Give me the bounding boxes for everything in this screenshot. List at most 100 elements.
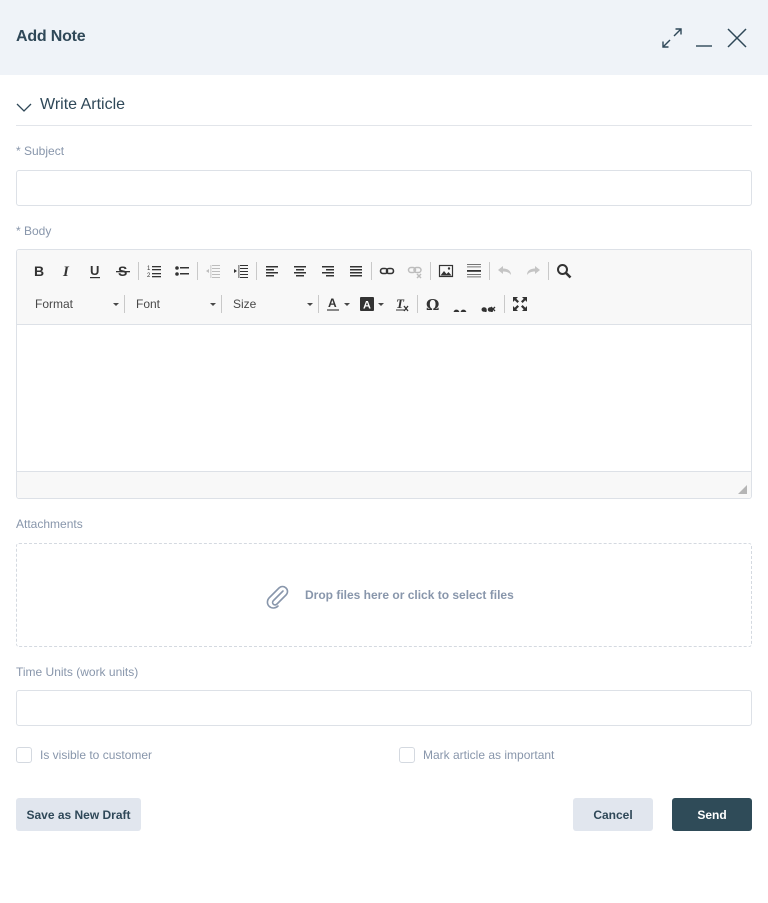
decrease-indent-button[interactable] [199,258,227,284]
bold-icon: B [34,263,44,279]
chevron-down-icon [377,302,384,306]
text-color-icon: A [326,296,339,311]
background-color-button[interactable]: A [354,291,388,317]
undo-button[interactable] [491,258,519,284]
chevron-down-icon [343,302,350,306]
attachments-label: Attachments [16,517,83,531]
remove-quote-button[interactable]: ❟❟ [475,291,503,317]
image-icon [438,264,454,278]
underline-button[interactable]: U [81,258,109,284]
minimize-icon [696,45,712,47]
background-color-icon: A [359,297,374,312]
toolbar-separator [256,262,257,280]
code-quote-button[interactable]: ❟❟ [447,291,475,317]
close-icon [727,28,747,48]
svg-text:T: T [396,296,405,311]
unlink-button[interactable] [401,258,429,284]
close-button[interactable] [725,26,749,50]
toolbar-separator [124,295,125,313]
checkbox-box[interactable] [399,747,415,763]
format-dropdown-label: Format [35,297,74,311]
size-dropdown-label: Size [233,297,257,311]
svg-text:2: 2 [147,273,151,279]
cancel-button[interactable]: Cancel [573,798,653,831]
align-right-icon [322,266,334,277]
visible-to-customer-label: Is visible to customer [40,748,153,762]
time-units-input[interactable] [16,690,752,726]
font-dropdown[interactable]: Font [126,291,220,317]
dialog-title: Add Note [16,28,86,45]
bold-button[interactable]: B [25,258,53,284]
save-draft-button[interactable]: Save as New Draft [16,798,141,831]
dropzone-text: Drop files here or click to select files [305,588,514,602]
toolbar-separator [221,295,222,313]
justify-icon [350,266,362,277]
editor-footer [17,471,751,498]
size-dropdown[interactable]: Size [223,291,317,317]
numbered-list-icon: 12 [147,266,161,279]
remove-format-button[interactable]: T [388,291,416,317]
special-character-button[interactable]: Ω [419,291,447,317]
toolbar-row-2: Format Font Size A A T Ω ❟❟ ❟❟ [25,290,534,318]
editor-toolbar: B I U S 12 [17,250,751,325]
align-center-button[interactable] [286,258,314,284]
underline-icon: U [90,263,100,279]
format-dropdown[interactable]: Format [25,291,123,317]
svg-text:A: A [328,296,337,310]
svg-text:❟❟: ❟❟ [453,297,467,312]
write-article-toggle[interactable]: Write Article [16,95,752,126]
send-button[interactable]: Send [672,798,752,831]
section-title: Write Article [40,96,126,113]
checkbox-box[interactable] [16,747,32,763]
strikethrough-button[interactable]: S [109,258,137,284]
image-button[interactable] [432,258,460,284]
toolbar-row-1: B I U S 12 [25,257,578,285]
toolbar-separator [318,295,319,313]
align-left-button[interactable] [258,258,286,284]
horizontal-line-icon [467,264,481,278]
link-button[interactable] [373,258,401,284]
font-dropdown-label: Font [136,297,161,311]
redo-button[interactable] [519,258,547,284]
toolbar-separator [504,295,505,313]
svg-text:I: I [62,264,70,279]
bulleted-list-button[interactable] [168,258,196,284]
toolbar-separator [371,262,372,280]
svg-text:A: A [363,300,371,312]
svg-text:B: B [34,263,44,279]
numbered-list-button[interactable]: 12 [140,258,168,284]
svg-text:U: U [90,263,99,278]
italic-button[interactable]: I [53,258,81,284]
decrease-indent-icon [206,265,220,278]
horizontal-line-button[interactable] [460,258,488,284]
quote-icon: ❟❟ [453,297,467,312]
maximize-button[interactable] [506,291,534,317]
justify-button[interactable] [342,258,370,284]
strikethrough-icon: S [116,263,130,279]
text-color-button[interactable]: A [320,291,354,317]
toolbar-separator [548,262,549,280]
expand-button[interactable] [660,26,684,50]
toolbar-separator [417,295,418,313]
link-icon [379,267,395,275]
chevron-down-icon [210,302,216,306]
paperclip-icon [266,585,289,609]
body-editor-area[interactable] [17,325,751,471]
increase-indent-button[interactable] [227,258,255,284]
dialog-header: Add Note [0,0,768,75]
find-button[interactable] [550,258,578,284]
bulleted-list-icon [175,266,189,276]
minimize-button[interactable] [692,26,716,50]
maximize-icon [513,297,527,311]
attachment-dropzone[interactable]: Drop files here or click to select files [16,543,752,647]
align-right-button[interactable] [314,258,342,284]
toolbar-separator [138,262,139,280]
resize-handle[interactable] [738,485,747,494]
svg-text:1: 1 [147,266,151,272]
toolbar-separator [430,262,431,280]
rich-text-editor: B I U S 12 [16,249,752,499]
mark-important-checkbox[interactable]: Mark article as important [399,747,554,763]
subject-input[interactable] [16,170,752,206]
visible-to-customer-checkbox[interactable]: Is visible to customer [16,747,152,763]
align-center-icon [294,266,306,277]
